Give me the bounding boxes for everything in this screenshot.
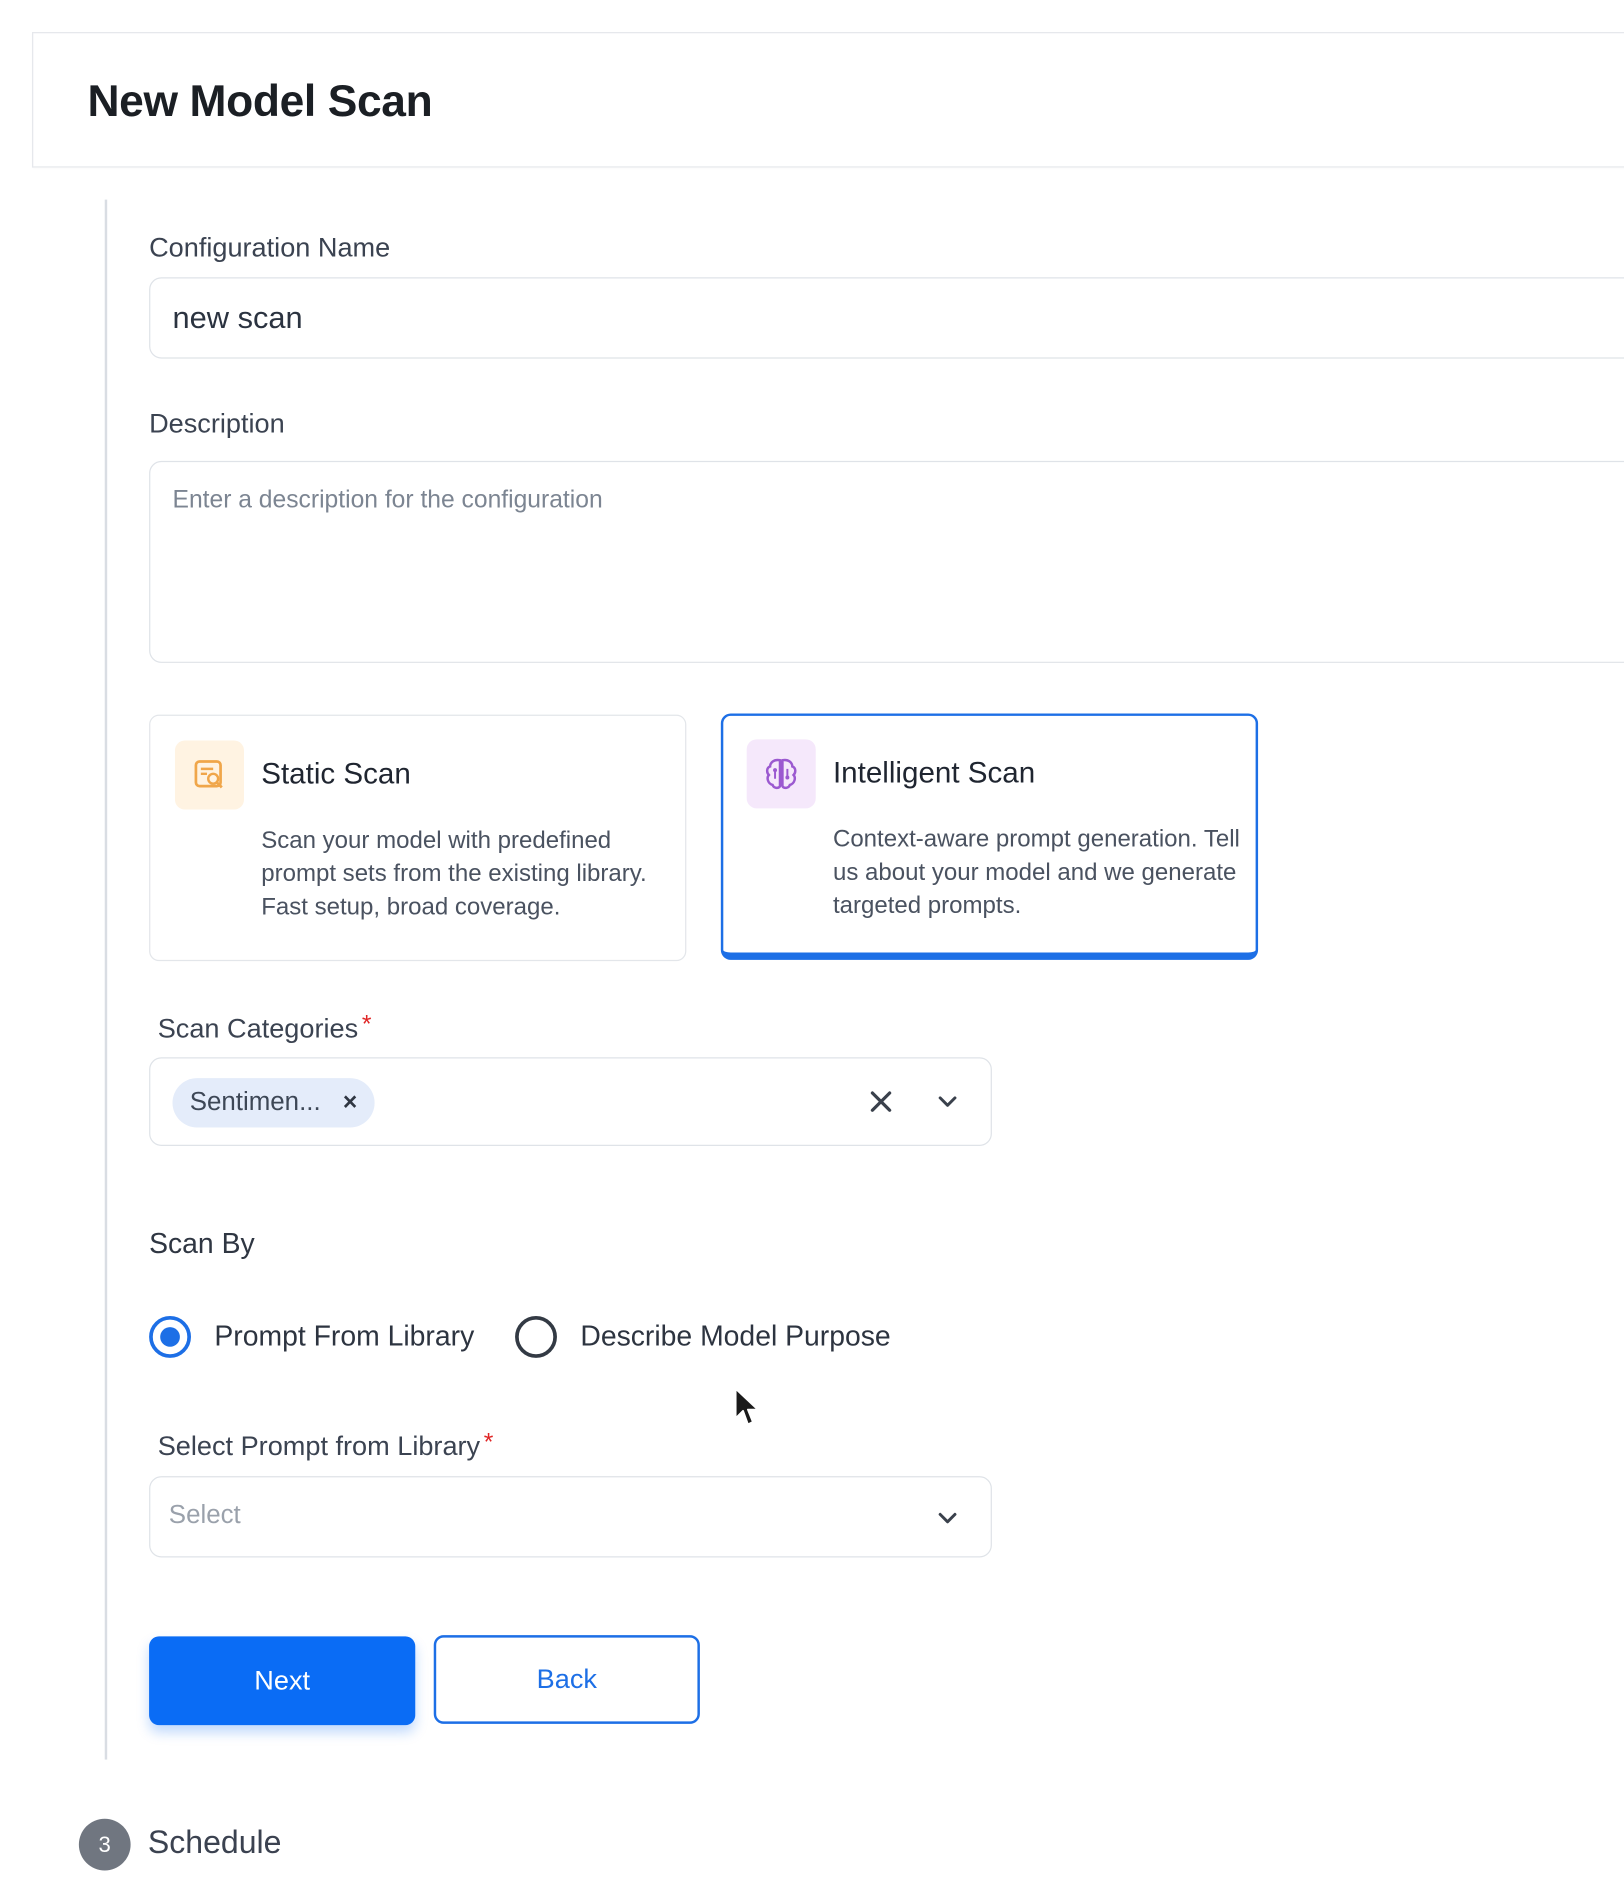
prompt-library-label: Select Prompt from Library * xyxy=(157,1429,494,1463)
scan-categories-label-text: Scan Categories xyxy=(157,1012,359,1044)
description-textarea[interactable]: Enter a description for the configuratio… xyxy=(149,460,1624,663)
page: New Model Scan Configuration Name new sc… xyxy=(0,0,1624,1898)
step-number-badge: 3 xyxy=(78,1818,131,1871)
intelligent-scan-card[interactable]: Intelligent Scan Context-aware prompt ge… xyxy=(720,713,1259,960)
description-label: Description xyxy=(149,407,285,439)
chevron-down-icon[interactable] xyxy=(929,1083,966,1120)
scan-categories-select[interactable]: Sentimen... × xyxy=(149,1057,992,1146)
document-search-icon xyxy=(174,740,244,810)
required-mark: * xyxy=(361,1011,372,1039)
step-schedule-label[interactable]: Schedule xyxy=(148,1824,282,1862)
stepper-line xyxy=(104,199,108,1760)
category-chip: Sentimen... × xyxy=(172,1078,375,1128)
radio-prompt-from-library-label[interactable]: Prompt From Library xyxy=(214,1320,474,1353)
scan-by-label: Scan By xyxy=(149,1227,255,1260)
static-scan-title: Static Scan xyxy=(261,757,411,792)
radio-prompt-from-library[interactable] xyxy=(149,1315,191,1358)
page-title: New Model Scan xyxy=(87,75,433,126)
prompt-library-select[interactable]: Select xyxy=(149,1476,992,1558)
chip-remove-icon[interactable]: × xyxy=(343,1089,357,1117)
chevron-down-icon[interactable] xyxy=(929,1500,966,1537)
config-name-value: new scan xyxy=(172,300,303,336)
scan-categories-label: Scan Categories * xyxy=(157,1011,372,1045)
required-mark: * xyxy=(483,1429,494,1457)
brain-icon xyxy=(746,739,816,809)
clear-selection-icon[interactable] xyxy=(863,1083,900,1120)
static-scan-card[interactable]: Static Scan Scan your model with predefi… xyxy=(149,714,687,962)
prompt-library-label-text: Select Prompt from Library xyxy=(157,1430,481,1462)
config-name-field[interactable]: new scan xyxy=(149,277,1624,359)
intelligent-scan-description: Context-aware prompt generation. Tell us… xyxy=(832,825,1240,920)
category-chip-label: Sentimen... xyxy=(189,1088,321,1117)
prompt-library-placeholder: Select xyxy=(168,1500,241,1530)
mouse-cursor-icon xyxy=(734,1387,761,1435)
radio-describe-model-purpose[interactable] xyxy=(515,1315,557,1358)
intelligent-scan-title: Intelligent Scan xyxy=(832,756,1036,790)
description-placeholder: Enter a description for the configuratio… xyxy=(172,486,603,514)
radio-describe-model-purpose-label[interactable]: Describe Model Purpose xyxy=(580,1320,890,1353)
config-name-label: Configuration Name xyxy=(149,231,391,263)
next-button[interactable]: Next xyxy=(149,1636,416,1726)
back-button[interactable]: Back xyxy=(433,1635,700,1724)
page-header: New Model Scan xyxy=(32,32,1624,168)
static-scan-description: Scan your model with predefined prompt s… xyxy=(261,826,647,921)
